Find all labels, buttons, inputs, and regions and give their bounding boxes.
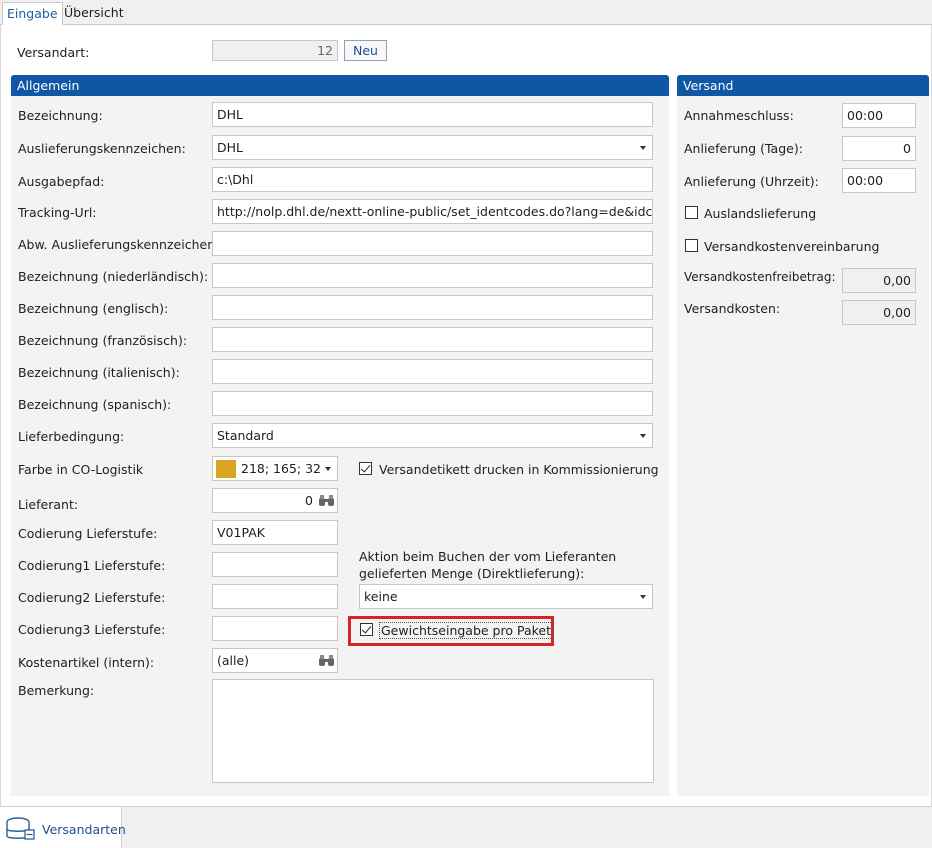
checkbox-unchecked-icon xyxy=(685,239,698,252)
color-swatch xyxy=(216,460,236,478)
bemerkung-textarea[interactable] xyxy=(212,679,654,783)
annahmeschluss-label: Annahmeschluss: xyxy=(684,108,794,123)
bezeichnung-en-input[interactable] xyxy=(212,295,653,320)
farbe-select[interactable]: 218; 165; 32 xyxy=(212,456,338,481)
codierung-input[interactable]: V01PAK xyxy=(212,520,338,545)
auslieferungskennzeichen-label: Auslieferungskennzeichen: xyxy=(18,141,186,156)
auslandslieferung-label: Auslandslieferung xyxy=(704,206,817,221)
tab-bar xyxy=(0,0,932,25)
codierung2-label: Codierung2 Lieferstufe: xyxy=(18,590,166,605)
farbe-label: Farbe in CO-Logistik xyxy=(18,462,144,477)
codierung1-input[interactable] xyxy=(212,552,338,577)
codierung2-input[interactable] xyxy=(212,584,338,609)
chevron-down-icon xyxy=(640,434,646,438)
bezeichnung-fr-input[interactable] xyxy=(212,327,653,352)
lieferbedingung-label: Lieferbedingung: xyxy=(18,429,125,444)
checkbox-unchecked-icon xyxy=(685,206,698,219)
auslieferungskennzeichen-value: DHL xyxy=(217,140,243,155)
codierung1-label: Codierung1 Lieferstufe: xyxy=(18,558,166,573)
neu-button[interactable]: Neu xyxy=(344,40,387,61)
versand-panel xyxy=(677,96,929,796)
bezeichnung-label: Bezeichnung: xyxy=(18,108,103,123)
annahmeschluss-input[interactable]: 00:00 xyxy=(842,103,916,128)
kostenartikel-input[interactable]: (alle) xyxy=(212,648,338,673)
chevron-down-icon xyxy=(640,595,646,599)
versandarten-button[interactable]: Versandarten xyxy=(0,807,126,848)
bezeichnung-fr-label: Bezeichnung (französisch): xyxy=(18,333,188,348)
anlieferung-tage-input[interactable]: 0 xyxy=(842,136,916,161)
tracking-url-label: Tracking-Url: xyxy=(18,205,97,220)
farbe-value: 218; 165; 32 xyxy=(241,461,321,476)
database-icon xyxy=(6,817,35,840)
ausgabepfad-input[interactable]: c:\Dhl xyxy=(212,167,653,192)
aktion-label-line1: Aktion beim Buchen der vom Lieferanten xyxy=(359,549,617,564)
codierung3-input[interactable] xyxy=(212,616,338,641)
ausgabepfad-label: Ausgabepfad: xyxy=(18,174,105,189)
bezeichnung-it-label: Bezeichnung (italienisch): xyxy=(18,365,180,380)
bezeichnung-it-input[interactable] xyxy=(212,359,653,384)
versandetikett-label: Versandetikett drucken in Kommissionieru… xyxy=(379,462,659,477)
lieferant-label: Lieferant: xyxy=(18,497,79,512)
codierung3-label: Codierung3 Lieferstufe: xyxy=(18,622,166,637)
bezeichnung-es-label: Bezeichnung (spanisch): xyxy=(18,397,172,412)
tab-uebersicht[interactable]: Übersicht xyxy=(60,2,128,25)
bezeichnung-en-label: Bezeichnung (englisch): xyxy=(18,301,169,316)
versandetikett-checkbox[interactable] xyxy=(359,462,373,476)
lieferant-input[interactable]: 0 xyxy=(212,488,338,513)
versandarten-label: Versandarten xyxy=(42,822,126,837)
tracking-url-input[interactable]: http://nolp.dhl.de/nextt-online-public/s… xyxy=(212,199,653,224)
chevron-down-icon xyxy=(640,146,646,150)
anlieferung-uhrzeit-input[interactable]: 00:00 xyxy=(842,168,916,193)
codierung-label: Codierung Lieferstufe: xyxy=(18,526,158,541)
checkbox-checked-icon xyxy=(360,623,373,636)
aktion-select[interactable]: keine xyxy=(359,584,653,609)
versand-header: Versand xyxy=(677,75,929,96)
freibetrag-label: Versandkostenfreibetrag: xyxy=(684,270,836,284)
versandkosten-label: Versandkosten: xyxy=(684,301,781,316)
gewicht-checkbox[interactable] xyxy=(360,623,374,637)
kostenartikel-value: (alle) xyxy=(217,653,250,668)
freibetrag-input[interactable]: 0,00 xyxy=(842,268,916,293)
aktion-value: keine xyxy=(364,589,398,604)
gewicht-label: Gewichtseingabe pro Paket xyxy=(379,622,554,639)
anlieferung-uhrzeit-label: Anlieferung (Uhrzeit): xyxy=(684,174,819,189)
abw-auslieferungskennzeichen-input[interactable] xyxy=(212,231,653,256)
lieferbedingung-value: Standard xyxy=(217,428,274,443)
vereinbarung-checkbox[interactable] xyxy=(685,239,699,253)
binoculars-icon[interactable] xyxy=(319,495,334,506)
allgemein-header: Allgemein xyxy=(11,75,669,96)
versandart-field[interactable]: 12 xyxy=(212,40,338,61)
bezeichnung-input[interactable]: DHL xyxy=(212,102,653,127)
vereinbarung-label: Versandkostenvereinbarung xyxy=(704,239,880,254)
aktion-label-line2: gelieferten Menge (Direktlieferung): xyxy=(359,566,585,581)
binoculars-icon[interactable] xyxy=(319,655,334,666)
chevron-down-icon xyxy=(325,467,331,471)
versandkosten-input[interactable]: 0,00 xyxy=(842,300,916,325)
lieferbedingung-select[interactable]: Standard xyxy=(212,423,653,448)
lieferant-value: 0 xyxy=(305,493,313,508)
kostenartikel-label: Kostenartikel (intern): xyxy=(18,655,155,670)
auslandslieferung-checkbox[interactable] xyxy=(685,206,699,220)
auslieferungskennzeichen-select[interactable]: DHL xyxy=(212,135,653,160)
anlieferung-tage-label: Anlieferung (Tage): xyxy=(684,141,803,156)
status-bar xyxy=(0,806,932,848)
bemerkung-label: Bemerkung: xyxy=(18,683,95,698)
bezeichnung-nl-label: Bezeichnung (niederländisch): xyxy=(18,269,209,284)
versandart-label: Versandart: xyxy=(17,45,90,60)
checkbox-checked-icon xyxy=(359,462,372,475)
bezeichnung-nl-input[interactable] xyxy=(212,263,653,288)
abw-auslieferungskennzeichen-label: Abw. Auslieferungskennzeichen: xyxy=(18,237,220,252)
bezeichnung-es-input[interactable] xyxy=(212,391,653,416)
tab-eingabe[interactable]: Eingabe xyxy=(2,2,63,25)
